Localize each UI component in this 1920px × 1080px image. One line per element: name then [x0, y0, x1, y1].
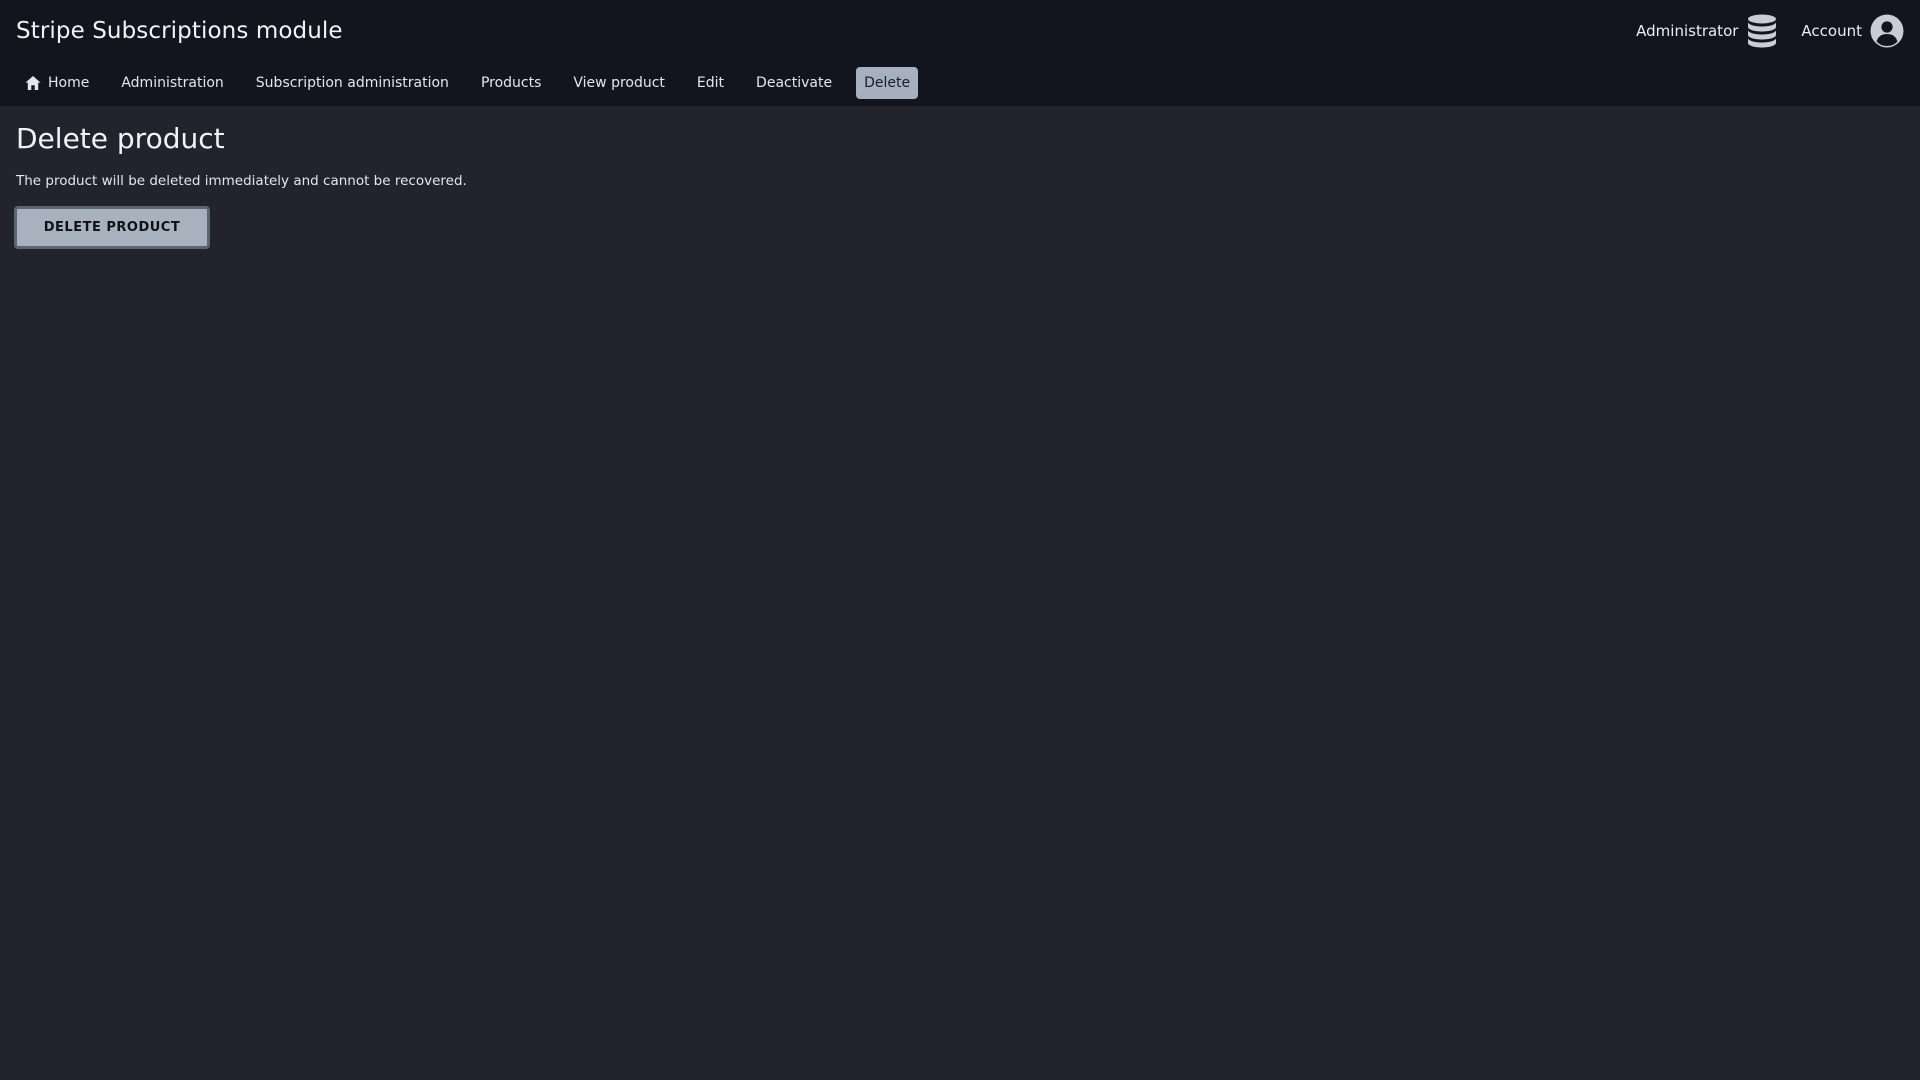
- nav-delete[interactable]: Delete: [856, 67, 919, 99]
- nav-products[interactable]: Products: [473, 67, 549, 99]
- app-title[interactable]: Stripe Subscriptions module: [16, 18, 343, 44]
- home-icon: [24, 74, 42, 92]
- top-bar: Stripe Subscriptions module Administrato…: [0, 0, 1920, 106]
- nav-administration[interactable]: Administration: [113, 67, 231, 99]
- user-circle-icon: [1870, 14, 1904, 48]
- account-label: Account: [1801, 22, 1862, 40]
- nav-home-label: Home: [48, 75, 90, 91]
- page-title: Delete product: [16, 122, 225, 155]
- nav-deactivate[interactable]: Deactivate: [748, 67, 840, 99]
- database-icon: [1747, 14, 1777, 48]
- nav-subscription-administration[interactable]: Subscription administration: [248, 67, 457, 99]
- account-menu[interactable]: Account: [1801, 14, 1904, 48]
- page-description: The product will be deleted immediately …: [16, 173, 467, 189]
- nav-home[interactable]: Home: [16, 67, 97, 99]
- administrator-label: Administrator: [1636, 22, 1739, 40]
- delete-product-button[interactable]: DELETE PRODUCT: [14, 206, 210, 249]
- user-menu: Administrator Account: [1636, 13, 1904, 49]
- nav-view-product[interactable]: View product: [565, 67, 673, 99]
- nav-edit[interactable]: Edit: [689, 67, 732, 99]
- administrator-menu[interactable]: Administrator: [1636, 14, 1777, 48]
- breadcrumb-nav: Home Administration Subscription adminis…: [16, 67, 934, 99]
